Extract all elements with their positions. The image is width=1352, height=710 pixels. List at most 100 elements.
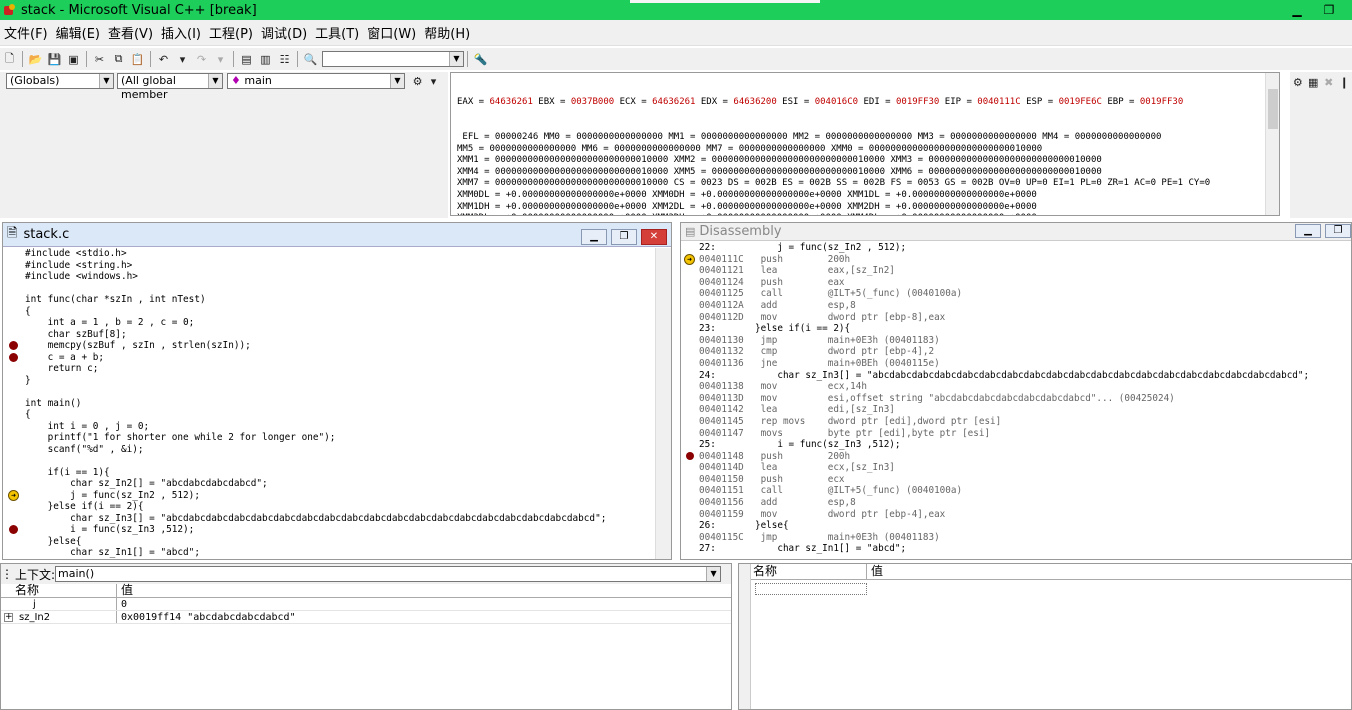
variable-row[interactable]: + sz_In2 0x0019ff14 "abcdabcdabcdabcd" <box>1 611 731 624</box>
source-scrollbar[interactable] <box>655 248 671 559</box>
source-editor[interactable]: #include <stdio.h> #include <string.h> #in… <box>3 248 655 559</box>
watch-new-entry[interactable] <box>755 583 867 595</box>
disassembly-line[interactable]: 26: }else{ <box>699 520 1351 532</box>
disassembly-line[interactable]: 25: i = func(sz_In3 ,512); <box>699 439 1351 451</box>
registers-scrollbar[interactable] <box>1265 73 1279 215</box>
code-line[interactable]: { <box>25 306 655 318</box>
chevron-down-icon[interactable]: ▼ <box>449 52 463 66</box>
disassembly-line[interactable]: 00401125 call @ILT+5(_func) (0040100a) <box>699 288 1351 300</box>
breakpoint-icon[interactable] <box>9 525 18 534</box>
code-line[interactable]: printf("1 for shorter one while 2 for lo… <box>25 432 655 444</box>
code-line[interactable]: char sz_In2[] = "abcdabcdabcdabcd"; <box>25 478 655 490</box>
code-line[interactable]: char sz_In1[] = "abcd"; <box>25 547 655 559</box>
code-line[interactable]: #include <string.h> <box>25 260 655 272</box>
code-line[interactable]: return c; <box>25 363 655 375</box>
find-icon[interactable]: 🔦 <box>472 51 489 68</box>
code-line[interactable]: #include <stdio.h> <box>25 248 655 260</box>
code-line[interactable]: scanf("%d" , &i); <box>25 444 655 456</box>
code-line[interactable]: { <box>25 409 655 421</box>
disassembly-line[interactable]: 00401151 call @ILT+5(_func) (0040100a) <box>699 485 1351 497</box>
breakpoint-icon[interactable] <box>9 341 18 350</box>
members-combo[interactable]: (All global member ▼ <box>117 73 223 101</box>
name-column-header[interactable]: 名称 <box>1 584 117 597</box>
chevron-down-icon[interactable]: ▼ <box>99 74 113 88</box>
disassembly-line[interactable]: 24: char sz_In3[] = "abcdabcdabcdabcdabc… <box>699 370 1351 382</box>
wizard-dropdown-icon[interactable]: ▾ <box>425 73 442 90</box>
source-minimize-button[interactable]: ▁ <box>581 229 607 245</box>
code-line[interactable] <box>25 386 655 398</box>
chevron-down-icon[interactable]: ▼ <box>390 74 404 88</box>
code-line[interactable]: }else if(i == 2){ <box>25 501 655 513</box>
stop-debug-icon[interactable]: ✖ <box>1322 74 1336 91</box>
code-line[interactable]: c = a + b; <box>9 352 655 364</box>
disassembly-line[interactable]: 23: }else if(i == 2){ <box>699 323 1351 335</box>
code-line[interactable]: j = func(sz_In2 , 512); ➜ <box>8 489 655 502</box>
disassembly-line[interactable]: 00401142 lea edi,[sz_In3] <box>699 404 1351 416</box>
menu-item[interactable]: 帮助(H) <box>420 23 474 42</box>
disassembly-line[interactable]: 00401132 cmp dword ptr [ebp-4],2 <box>699 346 1351 358</box>
disassembly-line[interactable]: 00401121 lea eax,[sz_In2] <box>699 265 1351 277</box>
new-file-icon[interactable]: 🗋 <box>1 51 18 68</box>
disassembly-line[interactable]: 00401147 movs byte ptr [edi],byte ptr [e… <box>699 428 1351 440</box>
disassembly-line[interactable]: 00401145 rep movs dword ptr [edi],dword … <box>699 416 1351 428</box>
code-line[interactable]: memcpy(szBuf , szIn , strlen(szIn)); <box>9 340 655 352</box>
disassembly-minimize-button[interactable]: ▁ <box>1295 224 1321 238</box>
disassembly-line[interactable]: 00401156 add esp,8 <box>699 497 1351 509</box>
disassembly-line[interactable]: 0040112D mov dword ptr [ebp-8],eax <box>699 312 1351 324</box>
code-line[interactable]: int i = 0 , j = 0; <box>25 421 655 433</box>
function-combo[interactable]: ♦ main ▼ <box>227 73 405 89</box>
menu-item[interactable]: 编辑(E) <box>52 23 104 42</box>
find-in-files-icon[interactable]: 🔍 <box>302 51 319 68</box>
menu-item[interactable]: 插入(I) <box>157 23 205 42</box>
expand-plus-icon[interactable]: + <box>4 613 13 622</box>
variable-row[interactable]: j0 <box>1 598 731 611</box>
code-line[interactable]: i = func(sz_In3 ,512); <box>9 524 655 536</box>
disassembly-line[interactable]: 0040114D lea ecx,[sz_In3] <box>699 462 1351 474</box>
disassembly-line[interactable]: 00401148 push 200h <box>686 451 1351 463</box>
code-line[interactable]: int a = 1 , b = 2 , c = 0; <box>25 317 655 329</box>
menu-item[interactable]: 文件(F) <box>0 23 52 42</box>
code-line[interactable]: int main() <box>25 398 655 410</box>
menu-item[interactable]: 工具(T) <box>311 23 363 42</box>
disassembly-line[interactable]: 00401159 mov dword ptr [ebp-4],eax <box>699 509 1351 521</box>
disassembly-line[interactable]: 0040111C push 200h ➜ <box>684 253 1351 266</box>
watch-name-column-header[interactable]: 名称 <box>751 564 867 579</box>
disassembly-line[interactable]: 0040113D mov esi,offset string "abcdabcd… <box>699 393 1351 405</box>
copy-icon[interactable]: ⧉ <box>110 51 127 68</box>
chevron-down-icon[interactable]: ▼ <box>208 74 222 88</box>
redo-dropdown-icon[interactable]: ▾ <box>212 51 229 68</box>
disassembly-line[interactable]: 27: char sz_In1[] = "abcd"; <box>699 543 1351 555</box>
menu-item[interactable]: 调试(D) <box>257 23 311 42</box>
breakpoint-icon[interactable] <box>9 352 18 362</box>
restore-button[interactable]: ❐ <box>1318 2 1340 18</box>
disassembly-line[interactable]: 00401150 push ecx <box>699 474 1351 486</box>
menu-item[interactable]: 窗口(W) <box>363 23 420 42</box>
disassembly-line[interactable]: 00401138 mov ecx,14h <box>699 381 1351 393</box>
break-icon[interactable]: ❙ <box>1338 74 1352 91</box>
context-combo[interactable]: main() ▼ <box>55 566 722 582</box>
code-line[interactable] <box>25 283 655 295</box>
code-line[interactable]: int func(char *szIn , int nTest) <box>25 294 655 306</box>
menu-item[interactable]: 查看(V) <box>104 23 157 42</box>
find-combo[interactable]: ▼ <box>322 51 464 67</box>
code-line[interactable]: char szBuf[8]; <box>25 329 655 341</box>
scroll-thumb[interactable] <box>1268 89 1278 129</box>
disassembly-line[interactable]: 0040112A add esp,8 <box>699 300 1351 312</box>
restart-icon[interactable]: ⚙ <box>1291 74 1305 91</box>
wizard-action-icon[interactable]: ⚙ <box>409 73 426 90</box>
breakpoint-icon[interactable] <box>686 451 694 460</box>
code-line[interactable]: #include <windows.h> <box>25 271 655 283</box>
chevron-down-icon[interactable]: ▼ <box>706 567 721 581</box>
watch-value-column-header[interactable]: 值 <box>867 564 1351 579</box>
window-list-icon[interactable]: ☷ <box>276 51 293 68</box>
disassembly-listing[interactable]: 22: j = func(sz_In2 , 512); 0040111C push… <box>681 242 1351 559</box>
undo-icon[interactable]: ↶ <box>155 51 172 68</box>
code-line[interactable]: if(i == 1){ <box>25 467 655 479</box>
disassembly-line[interactable]: 0040115C jmp main+0E3h (00401183) <box>699 532 1351 544</box>
undo-dropdown-icon[interactable]: ▾ <box>174 51 191 68</box>
scope-combo[interactable]: (Globals) ▼ <box>6 73 114 89</box>
disassembly-line[interactable]: 00401124 push eax <box>699 277 1351 289</box>
cut-icon[interactable]: ✂ <box>91 51 108 68</box>
redo-icon[interactable]: ↷ <box>193 51 210 68</box>
code-line[interactable]: }else{ <box>25 536 655 548</box>
